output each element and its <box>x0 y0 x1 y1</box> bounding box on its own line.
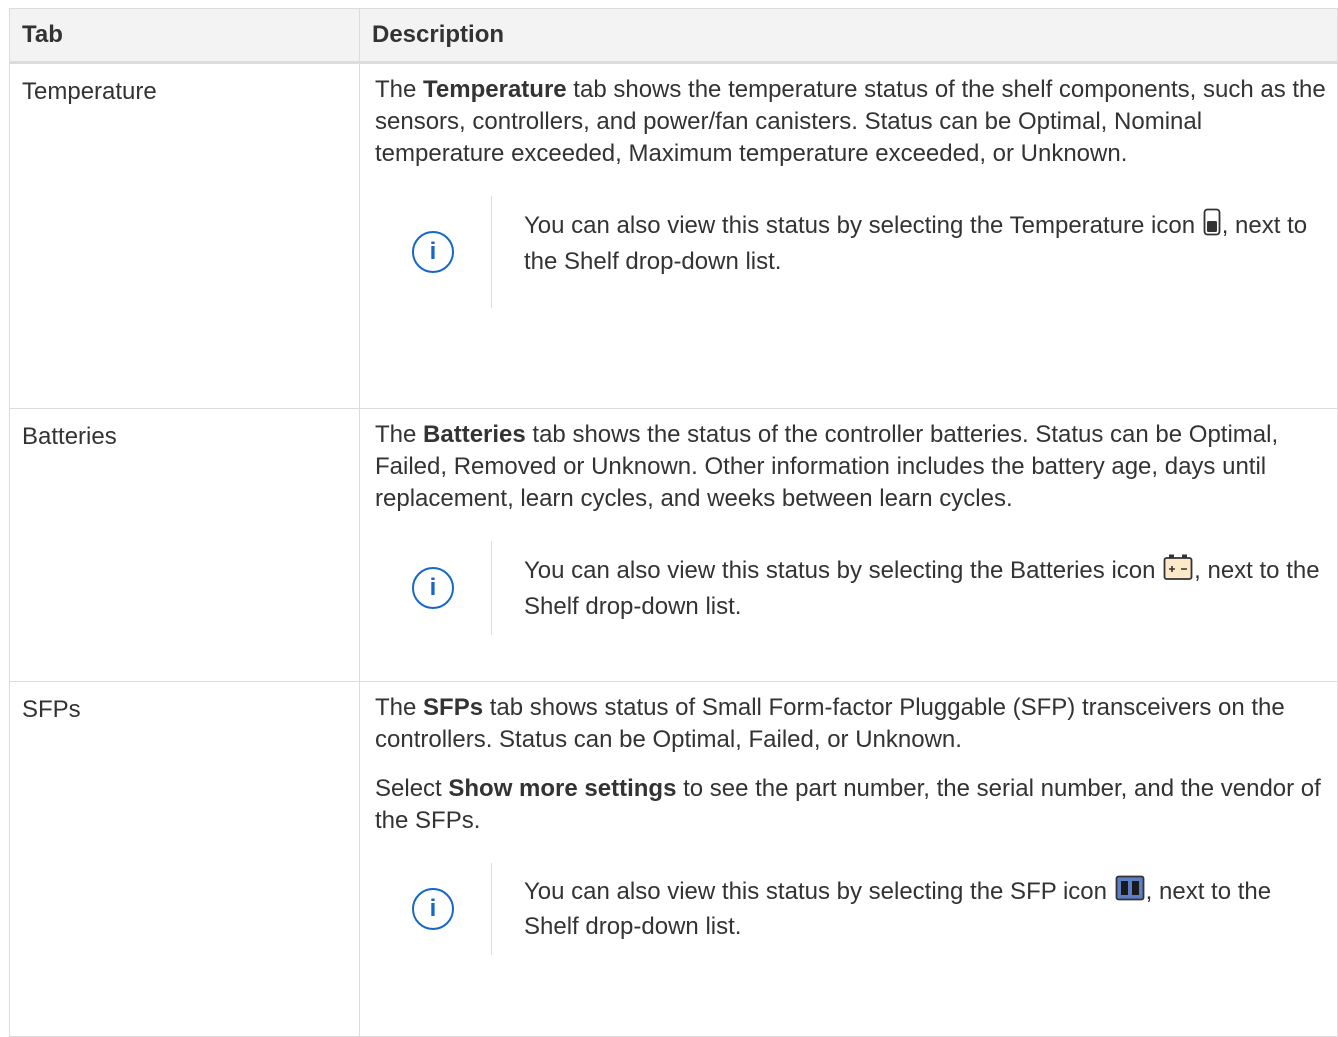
info-icon: i <box>412 231 454 273</box>
tab-description: The Temperature tab shows the temperatur… <box>359 62 1338 409</box>
sfp-icon <box>1115 875 1145 910</box>
table-row: Batteries The Batteries tab shows the st… <box>9 408 1338 682</box>
description-paragraph: The SFPs tab shows status of Small Form-… <box>375 694 1285 753</box>
info-note: i You can also view this status by selec… <box>375 541 1327 635</box>
table-row: Temperature The Temperature tab shows th… <box>9 62 1338 409</box>
info-icon: i <box>412 888 454 931</box>
tab-name: SFPs <box>9 681 360 1037</box>
show-more-settings-label: Show more settings <box>448 775 677 802</box>
header-tab: Tab <box>9 8 360 64</box>
temperature-icon <box>1203 208 1221 245</box>
tab-name-bold: SFPs <box>423 694 484 721</box>
battery-icon <box>1163 553 1193 590</box>
info-icon: i <box>412 567 454 609</box>
tabs-description-table: Tab Description Temperature The Temperat… <box>9 8 1338 1037</box>
tab-name: Temperature <box>9 62 360 409</box>
info-note: i You can also view this status by selec… <box>375 196 1327 308</box>
note-text: You can also view this status by selecti… <box>491 196 1327 308</box>
header-description: Description <box>359 8 1338 64</box>
settings-paragraph: Select Show more settings to see the par… <box>375 775 1321 834</box>
tab-name-bold: Batteries <box>423 421 526 448</box>
description-paragraph: The Batteries tab shows the status of th… <box>375 421 1279 512</box>
description-paragraph: The Temperature tab shows the temperatur… <box>375 76 1326 167</box>
info-note: i You can also view this status by selec… <box>375 863 1327 956</box>
tab-name-bold: Temperature <box>423 76 567 103</box>
tab-description: The SFPs tab shows status of Small Form-… <box>359 681 1338 1037</box>
table-header-row: Tab Description <box>9 8 1338 64</box>
note-text: You can also view this status by selecti… <box>491 541 1327 635</box>
note-text: You can also view this status by selecti… <box>491 863 1327 956</box>
tab-description: The Batteries tab shows the status of th… <box>359 408 1338 682</box>
tab-name: Batteries <box>9 408 360 682</box>
table-row: SFPs The SFPs tab shows status of Small … <box>9 681 1338 1037</box>
